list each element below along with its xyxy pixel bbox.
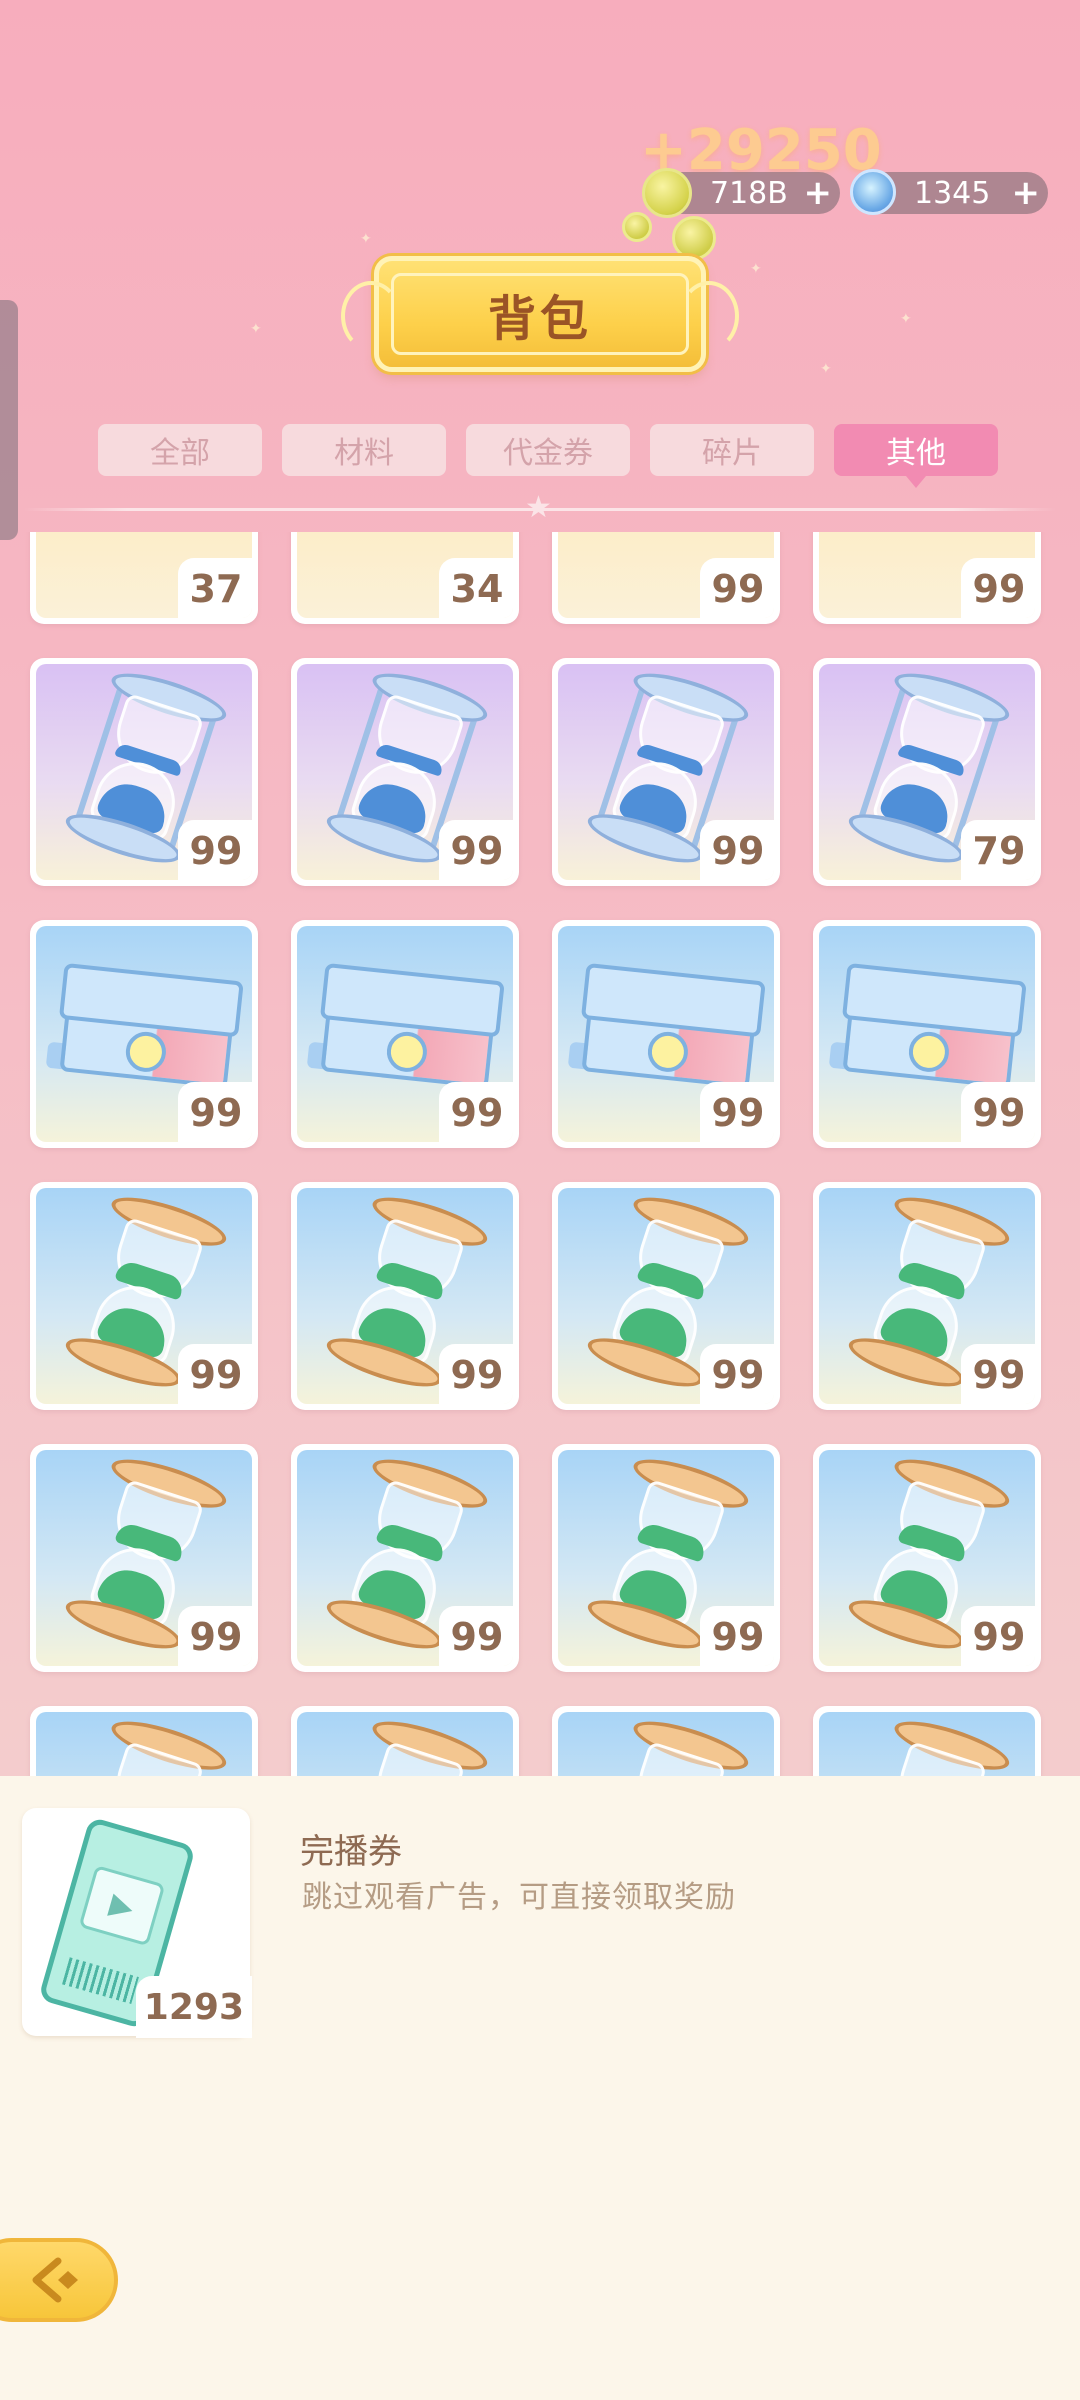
- inventory-item[interactable]: 99: [291, 1182, 519, 1410]
- inventory-item[interactable]: 99: [30, 1182, 258, 1410]
- coin-balance[interactable]: 718B +: [642, 168, 840, 218]
- barcode: [61, 1957, 139, 2005]
- back-arrow-icon: [32, 2257, 78, 2303]
- inventory-item[interactable]: 99: [291, 920, 519, 1148]
- item-count: 99: [961, 558, 1035, 618]
- page-title-banner: 背包: [341, 256, 739, 372]
- add-coins-button[interactable]: +: [804, 173, 833, 213]
- tab-materials[interactable]: 材料: [282, 424, 446, 476]
- item-count: 79: [961, 820, 1035, 880]
- inventory-item[interactable]: 99: [552, 532, 780, 624]
- item-count: 99: [178, 820, 252, 880]
- green-hourglass-icon: [313, 1712, 502, 1776]
- gem-value: 1345: [914, 175, 991, 211]
- item-count: 99: [700, 558, 774, 618]
- item-count: 99: [961, 1606, 1035, 1666]
- tab-fragments[interactable]: 碎片: [650, 424, 814, 476]
- inventory-item[interactable]: 99: [30, 920, 258, 1148]
- item-count: 99: [178, 1606, 252, 1666]
- inventory-item[interactable]: 99: [813, 532, 1041, 624]
- inventory-item[interactable]: 99: [552, 1182, 780, 1410]
- item-count: 99: [178, 1082, 252, 1142]
- category-tabs: 全部 材料 代金券 碎片 其他: [98, 424, 998, 488]
- tab-other[interactable]: 其他: [834, 424, 998, 488]
- item-detail-panel: ▶ 1293 完播券 跳过观看广告，可直接领取奖励: [0, 1776, 1080, 2400]
- side-drawer-handle[interactable]: [0, 300, 18, 540]
- inventory-item[interactable]: 99: [813, 920, 1041, 1148]
- inventory-item[interactable]: 99: [30, 1444, 258, 1672]
- inventory-item[interactable]: 99: [30, 658, 258, 886]
- tab-all[interactable]: 全部: [98, 424, 262, 476]
- green-hourglass-icon: [574, 1712, 763, 1776]
- green-hourglass-icon: [52, 1712, 241, 1776]
- inventory-item[interactable]: 99: [291, 1444, 519, 1672]
- item-count: 99: [439, 820, 513, 880]
- star-icon: ★: [525, 491, 552, 524]
- item-count: 99: [700, 820, 774, 880]
- item-count: 99: [178, 1344, 252, 1404]
- green-hourglass-icon: [835, 1712, 1024, 1776]
- inventory-item[interactable]: 99: [552, 920, 780, 1148]
- play-icon: ▶: [78, 1865, 166, 1947]
- page-title: 背包: [487, 291, 592, 347]
- coin-icon: [642, 168, 692, 218]
- selected-item-card[interactable]: ▶ 1293: [22, 1808, 252, 2038]
- gift-box-icon: [306, 962, 505, 1101]
- item-count: 1293: [135, 1976, 252, 2038]
- item-count: 34: [439, 558, 513, 618]
- inventory-item[interactable]: 99: [813, 1444, 1041, 1672]
- flying-coin-icon: [672, 216, 716, 260]
- item-count: 99: [439, 1344, 513, 1404]
- item-count: 99: [961, 1082, 1035, 1142]
- inventory-item[interactable]: 37: [30, 532, 258, 624]
- gem-balance[interactable]: 1345 +: [850, 169, 1048, 215]
- gem-icon: [850, 169, 896, 215]
- inventory-item[interactable]: [291, 1706, 519, 1776]
- item-name: 完播券: [300, 1832, 402, 1872]
- item-count: 99: [439, 1082, 513, 1142]
- item-count: 99: [700, 1082, 774, 1142]
- inventory-item[interactable]: [552, 1706, 780, 1776]
- banner-wing-left: [341, 281, 401, 351]
- back-button[interactable]: [0, 2238, 118, 2322]
- gift-box-icon: [45, 962, 244, 1101]
- inventory-item[interactable]: 79: [813, 658, 1041, 886]
- gift-box-icon: [828, 962, 1027, 1101]
- tab-vouchers[interactable]: 代金券: [466, 424, 630, 476]
- flying-coin-icon: [622, 212, 652, 242]
- coin-value: 718B: [710, 175, 788, 211]
- inventory-item[interactable]: 99: [813, 1182, 1041, 1410]
- item-count: 99: [700, 1606, 774, 1666]
- inventory-item[interactable]: 99: [552, 1444, 780, 1672]
- inventory-item[interactable]: [30, 1706, 258, 1776]
- item-count: 99: [961, 1344, 1035, 1404]
- inventory-item[interactable]: [813, 1706, 1041, 1776]
- inventory-item[interactable]: 99: [552, 658, 780, 886]
- item-count: 99: [439, 1606, 513, 1666]
- inventory-item[interactable]: 99: [291, 658, 519, 886]
- item-description: 跳过观看广告，可直接领取奖励: [302, 1880, 736, 1915]
- gift-box-icon: [567, 962, 766, 1101]
- add-gems-button[interactable]: +: [1012, 173, 1041, 213]
- inventory-item[interactable]: 34: [291, 532, 519, 624]
- item-count: 37: [178, 558, 252, 618]
- banner-wing-right: [679, 281, 739, 351]
- item-count: 99: [700, 1344, 774, 1404]
- inventory-grid[interactable]: 37 34 99 99 99 99 99 79 99 99 99 99 99 99 99 99 99 99 99 99: [0, 532, 1080, 1776]
